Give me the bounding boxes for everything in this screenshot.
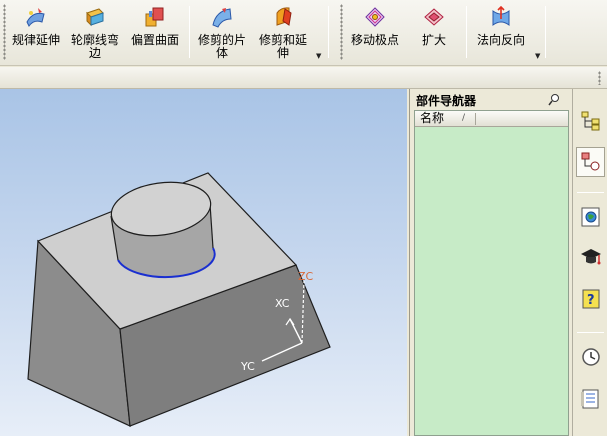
trim-and-extend-icon (276, 7, 292, 26)
web-browser-icon (581, 207, 600, 227)
resource-bar-separator (577, 192, 604, 193)
trimmed-sheet-label: 修剪的片体 (197, 33, 246, 60)
history-tab[interactable] (576, 342, 605, 372)
contour-flange-label: 轮廓线弯边 (70, 33, 119, 60)
assembly-navigator-icon (581, 111, 600, 131)
move-pole-label: 移动极点 (350, 33, 399, 47)
law-extension-icon (26, 8, 45, 27)
trimmed-sheet-icon (212, 8, 232, 28)
move-pole-button[interactable]: 移动极点 (346, 2, 404, 62)
toolbar-grip[interactable] (340, 4, 343, 60)
enlarge-label: 扩大 (421, 33, 446, 47)
resource-bar-separator (577, 332, 604, 333)
move-pole-icon (365, 7, 385, 27)
reverse-normal-button[interactable]: 法向反向 (471, 2, 531, 62)
web-browser-tab[interactable] (576, 202, 605, 232)
training-tab[interactable] (576, 242, 605, 272)
law-extension-label: 规律延伸 (11, 33, 60, 47)
contour-flange-button[interactable]: 轮廓线弯边 (66, 2, 124, 62)
help-icon: ? (582, 289, 600, 309)
navigator-column-header[interactable]: 名称 / (415, 111, 568, 127)
offset-surface-label: 偏置曲面 (130, 33, 179, 47)
offset-surface-icon (145, 7, 164, 27)
feature-toolbar: 规律延伸 轮廓线弯边 偏置曲面 修剪的片体 修剪和延伸 ▼ 移动极点 扩大 法向… (0, 0, 607, 66)
toolbar-separator (328, 6, 329, 58)
secondary-toolbar-strip (0, 67, 607, 89)
part-navigator-tab[interactable] (576, 147, 605, 177)
reverse-normal-label: 法向反向 (476, 33, 525, 47)
graphics-window[interactable]: ZC XC YC (0, 89, 407, 436)
navigator-tree[interactable]: 名称 / (414, 110, 569, 436)
reverse-normal-icon (492, 5, 510, 26)
model-view: ZC XC YC (27, 172, 331, 427)
trim-and-extend-label: 修剪和延伸 (258, 33, 307, 60)
part-navigator-icon (581, 152, 600, 171)
trim-and-extend-button[interactable]: 修剪和延伸 (254, 2, 312, 62)
help-tab[interactable]: ? (576, 284, 605, 314)
column-name-header[interactable]: 名称 (420, 111, 444, 126)
toolbar-grip[interactable] (598, 71, 601, 85)
offset-surface-button[interactable]: 偏置曲面 (126, 2, 184, 62)
part-navigator-panel: 部件导航器 名称 / (409, 89, 572, 436)
assembly-navigator-tab[interactable] (576, 106, 605, 136)
toolbar-separator (545, 6, 546, 58)
column-divider[interactable] (475, 113, 476, 125)
sort-indicator-icon: / (462, 113, 466, 123)
navigator-title: 部件导航器 (416, 94, 477, 108)
system-materials-tab[interactable] (576, 384, 605, 414)
toolbar-overflow-chevron[interactable]: ▼ (535, 52, 540, 60)
xc-axis-label: XC (275, 297, 290, 310)
svg-text:?: ? (587, 293, 595, 308)
contour-flange-icon (86, 8, 104, 27)
toolbar-overflow-chevron[interactable]: ▼ (316, 52, 321, 60)
pin-icon[interactable] (548, 92, 562, 106)
enlarge-icon (424, 8, 444, 26)
toolbar-separator (189, 6, 190, 58)
system-materials-icon (581, 389, 599, 409)
yc-axis-label: YC (240, 360, 255, 373)
toolbar-grip[interactable] (3, 4, 6, 60)
toolbar-separator (466, 6, 467, 58)
zc-axis-label: ZC (298, 270, 314, 283)
law-extension-button[interactable]: 规律延伸 (8, 2, 64, 62)
training-icon (581, 249, 601, 265)
history-icon (582, 348, 600, 366)
resource-bar: ? (572, 89, 607, 436)
enlarge-button[interactable]: 扩大 (408, 2, 460, 62)
trimmed-sheet-button[interactable]: 修剪的片体 (194, 2, 250, 62)
